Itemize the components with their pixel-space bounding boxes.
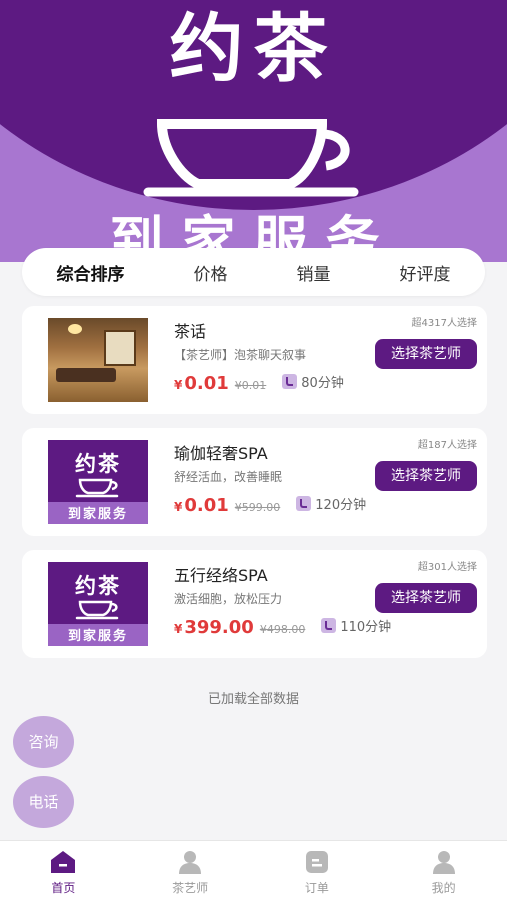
price-row: ¥0.01 ¥599.00 120分钟	[174, 494, 366, 516]
service-card[interactable]: 约茶 到家服务 瑜伽轻奢SPA 舒经活血，改善睡眠 ¥0.01 ¥599.00 …	[22, 428, 487, 536]
service-card[interactable]: 约茶 到家服务 五行经络SPA 激活细胞，放松压力 ¥399.00 ¥498.0…	[22, 550, 487, 658]
service-card[interactable]: 茶话 【茶艺师】泡茶聊天叙事 ¥0.01 ¥0.01 80分钟 超4317人选择…	[22, 306, 487, 414]
clock-icon	[296, 496, 312, 511]
nav-label: 订单	[304, 881, 329, 895]
brand-logo: 约茶 到家服务	[48, 562, 148, 646]
service-duration: 120分钟	[296, 494, 366, 513]
all-loaded-text: 已加载全部数据	[207, 692, 299, 707]
service-name: 五行经络SPA	[174, 566, 268, 585]
service-duration: 110分钟	[321, 616, 391, 635]
choose-tea-artist-button[interactable]: 选择茶艺师	[375, 339, 477, 369]
chosen-count: 超187人选择	[417, 440, 477, 451]
chosen-count: 超4317人选择	[411, 318, 477, 329]
service-description: 激活细胞，放松压力	[174, 592, 283, 606]
sort-tab-rating[interactable]: 好评度	[400, 260, 451, 285]
user-icon	[179, 851, 202, 874]
sort-tab-comprehensive[interactable]: 综合排序	[57, 260, 125, 285]
sort-tab-sales[interactable]: 销量	[297, 260, 331, 285]
sort-tabs: 综合排序 价格 销量 好评度	[22, 248, 485, 296]
profile-icon	[432, 851, 455, 874]
clock-icon	[282, 374, 298, 389]
nav-label: 茶艺师	[172, 881, 209, 895]
consult-button[interactable]: 咨询	[13, 716, 74, 768]
price-row: ¥399.00 ¥498.00 110分钟	[174, 616, 391, 638]
choose-tea-artist-button[interactable]: 选择茶艺师	[375, 461, 477, 491]
service-thumbnail	[48, 318, 148, 402]
banner-title: 约茶	[169, 6, 338, 92]
nav-item-orders[interactable]: 订单	[254, 841, 381, 900]
clock-icon	[321, 618, 337, 633]
home-icon	[51, 851, 76, 873]
brand-logo: 约茶 到家服务	[48, 440, 148, 524]
order-icon	[305, 851, 328, 873]
service-price: ¥399.00	[174, 617, 254, 638]
service-duration: 80分钟	[282, 372, 344, 391]
chosen-count: 超301人选择	[417, 562, 477, 573]
service-price: ¥0.01	[174, 373, 229, 394]
original-price: ¥599.00	[234, 501, 281, 514]
phone-button[interactable]: 电话	[13, 776, 74, 828]
service-name: 茶话	[174, 322, 207, 341]
nav-label: 我的	[431, 881, 456, 895]
nav-item-home[interactable]: 首页	[0, 841, 127, 900]
original-price: ¥0.01	[234, 379, 267, 392]
price-row: ¥0.01 ¥0.01 80分钟	[174, 372, 344, 394]
bottom-nav: 首页 茶艺师 订单 我的	[0, 840, 507, 900]
teacup-icon	[143, 119, 359, 197]
service-description: 【茶艺师】泡茶聊天叙事	[174, 348, 307, 362]
nav-item-profile[interactable]: 我的	[380, 841, 507, 900]
service-thumbnail: 约茶 到家服务	[48, 440, 148, 524]
room-photo	[48, 318, 148, 402]
service-thumbnail: 约茶 到家服务	[48, 562, 148, 646]
teacup-icon	[75, 478, 119, 498]
service-name: 瑜伽轻奢SPA	[174, 444, 268, 463]
nav-label: 首页	[51, 881, 76, 895]
teacup-icon	[75, 600, 119, 620]
nav-item-tea-artist[interactable]: 茶艺师	[127, 841, 254, 900]
sort-tab-price[interactable]: 价格	[194, 260, 228, 285]
original-price: ¥498.00	[259, 623, 306, 636]
service-description: 舒经活血，改善睡眠	[174, 470, 283, 484]
service-price: ¥0.01	[174, 495, 229, 516]
top-banner: 约茶 到家服务	[0, 0, 507, 262]
choose-tea-artist-button[interactable]: 选择茶艺师	[375, 583, 477, 613]
